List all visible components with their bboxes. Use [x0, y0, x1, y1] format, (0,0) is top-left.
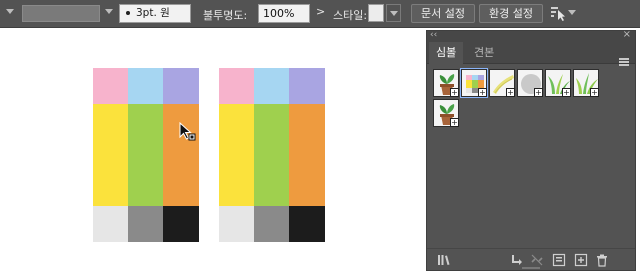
- symbol-potted-plant[interactable]: +: [433, 69, 459, 97]
- swatch-green: [254, 104, 289, 206]
- symbol-libraries-icon[interactable]: [437, 253, 451, 267]
- stroke-weight-field[interactable]: [22, 5, 100, 22]
- symbol-grass-tuft-2[interactable]: +: [573, 69, 599, 97]
- symbol-link-badge: +: [562, 88, 571, 97]
- chevron-down-icon[interactable]: [195, 9, 203, 14]
- swatch-gray: [128, 206, 163, 242]
- swatch-pink: [219, 68, 254, 104]
- panel-menu-icon[interactable]: [619, 58, 629, 66]
- symbol-link-badge: +: [590, 88, 599, 97]
- graphic-style-dropdown[interactable]: [386, 4, 401, 22]
- symbol-link-badge: +: [534, 88, 543, 97]
- panel-footer: [427, 248, 635, 270]
- symbol-potted-plant-2[interactable]: +: [433, 99, 459, 127]
- swatch-lavender: [289, 68, 325, 104]
- panel-title-strip[interactable]: ‹‹ ×: [427, 29, 635, 42]
- swatch-light-gray: [219, 206, 254, 242]
- opacity-label: 불투명도:: [203, 9, 248, 22]
- swatch-yellow: [219, 104, 254, 206]
- symbol-gray-circle[interactable]: +: [517, 69, 543, 97]
- chevron-down-icon[interactable]: [6, 9, 14, 14]
- brush-value: 3pt. 원: [136, 7, 170, 19]
- swatch-pink: [93, 68, 128, 104]
- color-grid-artwork[interactable]: [93, 68, 199, 242]
- preferences-button[interactable]: 환경 설정: [479, 4, 543, 23]
- brush-definition-dropdown[interactable]: 3pt. 원: [119, 4, 191, 23]
- symbol-link-badge: +: [450, 88, 459, 97]
- close-icon[interactable]: ×: [623, 29, 631, 40]
- symbol-link-badge: +: [506, 88, 515, 97]
- graphic-style-swatch[interactable]: [368, 4, 384, 22]
- new-symbol-icon[interactable]: [574, 253, 588, 267]
- chevron-down-icon: [390, 11, 398, 16]
- panel-tab-bar: 심볼 견본: [427, 42, 635, 66]
- swatch-orange: [289, 104, 325, 206]
- symbol-link-badge: +: [450, 118, 459, 127]
- delete-symbol-icon[interactable]: [595, 253, 609, 267]
- swatch-green: [128, 104, 163, 206]
- swatch-light-gray: [93, 206, 128, 242]
- symbol-color-palette[interactable]: +: [460, 68, 488, 98]
- style-label: 스타일:: [333, 9, 368, 22]
- swatch-light-blue: [128, 68, 163, 104]
- tab-swatches[interactable]: 견본: [467, 42, 501, 64]
- symbol-yellow-brush-stroke[interactable]: +: [489, 69, 515, 97]
- swatch-gray: [254, 206, 289, 242]
- artboard-canvas[interactable]: [0, 29, 426, 276]
- selection-cursor-icon: [179, 122, 196, 141]
- break-link-icon[interactable]: [530, 253, 544, 267]
- place-symbol-icon[interactable]: [509, 253, 523, 267]
- swatch-black: [289, 206, 325, 242]
- opacity-input[interactable]: 100%: [258, 4, 310, 23]
- symbol-options-icon[interactable]: [552, 253, 566, 267]
- swatch-black: [163, 206, 199, 242]
- control-bar: 3pt. 원 불투명도: 100% > 스타일: 문서 설정 환경 설정: [0, 0, 640, 28]
- symbol-grass-tuft[interactable]: +: [545, 69, 571, 97]
- brush-dot-icon: [126, 11, 130, 15]
- opacity-expand-arrow[interactable]: >: [316, 5, 325, 18]
- collapse-panel-icon[interactable]: ‹‹: [430, 30, 437, 40]
- symbol-link-badge: +: [478, 88, 487, 97]
- document-setup-button[interactable]: 문서 설정: [411, 4, 475, 23]
- chevron-down-icon[interactable]: [568, 10, 576, 15]
- panel-resize-grip[interactable]: [522, 267, 540, 269]
- symbols-panel: ‹‹ × 심볼 견본 + + + + + + +: [426, 29, 636, 271]
- color-grid-artwork-copy[interactable]: [219, 68, 325, 242]
- chevron-down-icon[interactable]: [105, 9, 113, 14]
- swatch-lavender: [163, 68, 199, 104]
- swatch-yellow: [93, 104, 128, 206]
- swatch-light-blue: [254, 68, 289, 104]
- tab-symbols[interactable]: 심볼: [429, 42, 464, 64]
- arrange-documents-icon[interactable]: [550, 5, 566, 21]
- swatch-orange: [163, 104, 199, 206]
